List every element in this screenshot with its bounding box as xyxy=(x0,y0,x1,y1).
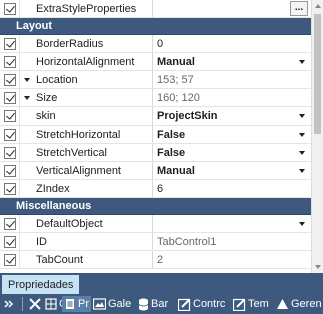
toolbar-item-2[interactable]: Pr xyxy=(62,296,91,312)
panel-tab-strip: Propriedades xyxy=(0,273,323,294)
property-value[interactable]: 2 xyxy=(157,254,163,266)
property-name: ZIndex xyxy=(36,182,70,195)
property-value[interactable]: 153; 57 xyxy=(157,74,194,86)
checkbox[interactable] xyxy=(4,3,16,15)
toolbar-item-label: Contrc xyxy=(193,298,226,310)
checkbox[interactable] xyxy=(4,110,16,123)
checkbox[interactable] xyxy=(4,164,16,177)
checkbox[interactable] xyxy=(4,74,16,87)
property-name: StretchHorizontal xyxy=(36,128,121,141)
property-row-verticalalignment[interactable]: VerticalAlignment Manual xyxy=(0,161,311,180)
toolbar-item-6[interactable]: Tem xyxy=(233,296,269,312)
property-row-defaultobject[interactable]: DefaultObject xyxy=(0,214,311,234)
property-name: ExtraStyleProperties xyxy=(36,3,137,15)
checkbox[interactable] xyxy=(4,56,16,69)
checkbox[interactable] xyxy=(4,254,16,267)
property-name: Size xyxy=(36,92,58,105)
property-row-extrastyleproperties[interactable]: ExtraStyleProperties ... xyxy=(0,0,311,19)
chevron-double-icon xyxy=(4,300,14,308)
toolbar-item-3[interactable]: Gale xyxy=(93,296,131,312)
property-name: VerticalAlignment xyxy=(36,164,121,177)
expand-caret-icon[interactable] xyxy=(24,78,30,83)
dropdown-arrow-icon[interactable] xyxy=(299,114,305,119)
checkbox[interactable] xyxy=(4,146,16,159)
property-value[interactable]: 6 xyxy=(157,183,163,195)
expand-caret-icon[interactable] xyxy=(24,96,30,101)
property-name: DefaultObject xyxy=(36,217,103,230)
property-value[interactable]: Manual xyxy=(157,165,195,177)
tab-propriedades[interactable]: Propriedades xyxy=(2,273,80,294)
property-value[interactable]: 160; 120 xyxy=(157,92,200,104)
database-icon xyxy=(138,298,149,310)
checkbox[interactable] xyxy=(4,128,16,141)
gallery-icon xyxy=(93,298,106,310)
toolbar-item-label: Geren xyxy=(291,298,322,310)
properties-icon xyxy=(66,299,74,309)
checkbox[interactable] xyxy=(4,38,16,51)
toolbar-item-label: Tem xyxy=(248,298,269,310)
edit-icon xyxy=(178,298,191,311)
property-row-size[interactable]: Size 160; 120 xyxy=(0,89,311,108)
manager-icon xyxy=(277,299,288,309)
property-row-stretchhorizontal[interactable]: StretchHorizontal False xyxy=(0,125,311,144)
bottom-toolbar: C Pr Gale Bar Contrc xyxy=(0,294,323,314)
toolbar-item-4[interactable]: Bar xyxy=(138,296,168,312)
property-name: HorizontalAlignment xyxy=(36,56,135,69)
property-row-skin[interactable]: skin ProjectSkin xyxy=(0,107,311,126)
toolbar-item-7[interactable]: Geren xyxy=(276,296,322,312)
property-row-zindex[interactable]: ZIndex 6 xyxy=(0,179,311,198)
close-icon xyxy=(29,298,41,310)
property-name: Location xyxy=(36,74,78,87)
checkbox[interactable] xyxy=(4,236,16,249)
checkbox[interactable] xyxy=(4,182,16,195)
toolbar-item-0[interactable] xyxy=(28,296,42,312)
property-row-id[interactable]: ID TabControl1 xyxy=(0,233,311,252)
dropdown-arrow-icon[interactable] xyxy=(299,132,305,137)
property-name: ID xyxy=(36,236,47,249)
toolbar-item-5[interactable]: Contrc xyxy=(178,296,225,312)
dropdown-arrow-icon[interactable] xyxy=(299,221,305,226)
toolbar-item-label: Pr xyxy=(78,298,89,310)
property-row-location[interactable]: Location 153; 57 xyxy=(0,71,311,90)
property-value[interactable]: ProjectSkin xyxy=(157,110,218,122)
property-row-borderradius[interactable]: BorderRadius 0 xyxy=(0,35,311,54)
checkbox[interactable] xyxy=(4,92,16,105)
property-grid: ExtraStyleProperties ... Layout BorderRa… xyxy=(0,0,311,273)
dropdown-arrow-icon[interactable] xyxy=(299,168,305,173)
grid-icon xyxy=(45,298,57,310)
property-row-stretchvertical[interactable]: StretchVertical False xyxy=(0,143,311,162)
dropdown-arrow-icon[interactable] xyxy=(299,150,305,155)
property-row-tabcount[interactable]: TabCount 2 xyxy=(0,251,311,270)
scroll-thumb[interactable] xyxy=(314,14,321,134)
property-row-horizontalalignment[interactable]: HorizontalAlignment Manual xyxy=(0,53,311,72)
toolbar-overflow-button[interactable] xyxy=(3,296,19,312)
template-icon xyxy=(233,298,246,311)
toolbar-item-label: Bar xyxy=(151,298,169,310)
property-value[interactable]: False xyxy=(157,129,185,141)
property-value[interactable]: 0 xyxy=(157,38,163,50)
property-name: BorderRadius xyxy=(36,38,104,51)
toolbar-item-label: Gale xyxy=(108,298,132,310)
checkbox[interactable] xyxy=(4,217,16,230)
property-name: StretchVertical xyxy=(36,146,107,159)
scroll-down-icon[interactable] xyxy=(315,265,321,269)
property-value[interactable]: Manual xyxy=(157,56,195,68)
category-header-miscellaneous[interactable]: Miscellaneous xyxy=(0,197,311,215)
property-value[interactable]: TabControl1 xyxy=(157,236,216,248)
ellipsis-button[interactable]: ... xyxy=(290,1,308,16)
category-header-layout[interactable]: Layout xyxy=(0,18,311,36)
property-name: TabCount xyxy=(36,254,84,267)
property-name: skin xyxy=(36,110,56,123)
scroll-up-icon[interactable] xyxy=(315,4,321,8)
dropdown-arrow-icon[interactable] xyxy=(299,60,305,65)
vertical-scrollbar[interactable] xyxy=(311,0,323,273)
property-value[interactable]: False xyxy=(157,147,185,159)
